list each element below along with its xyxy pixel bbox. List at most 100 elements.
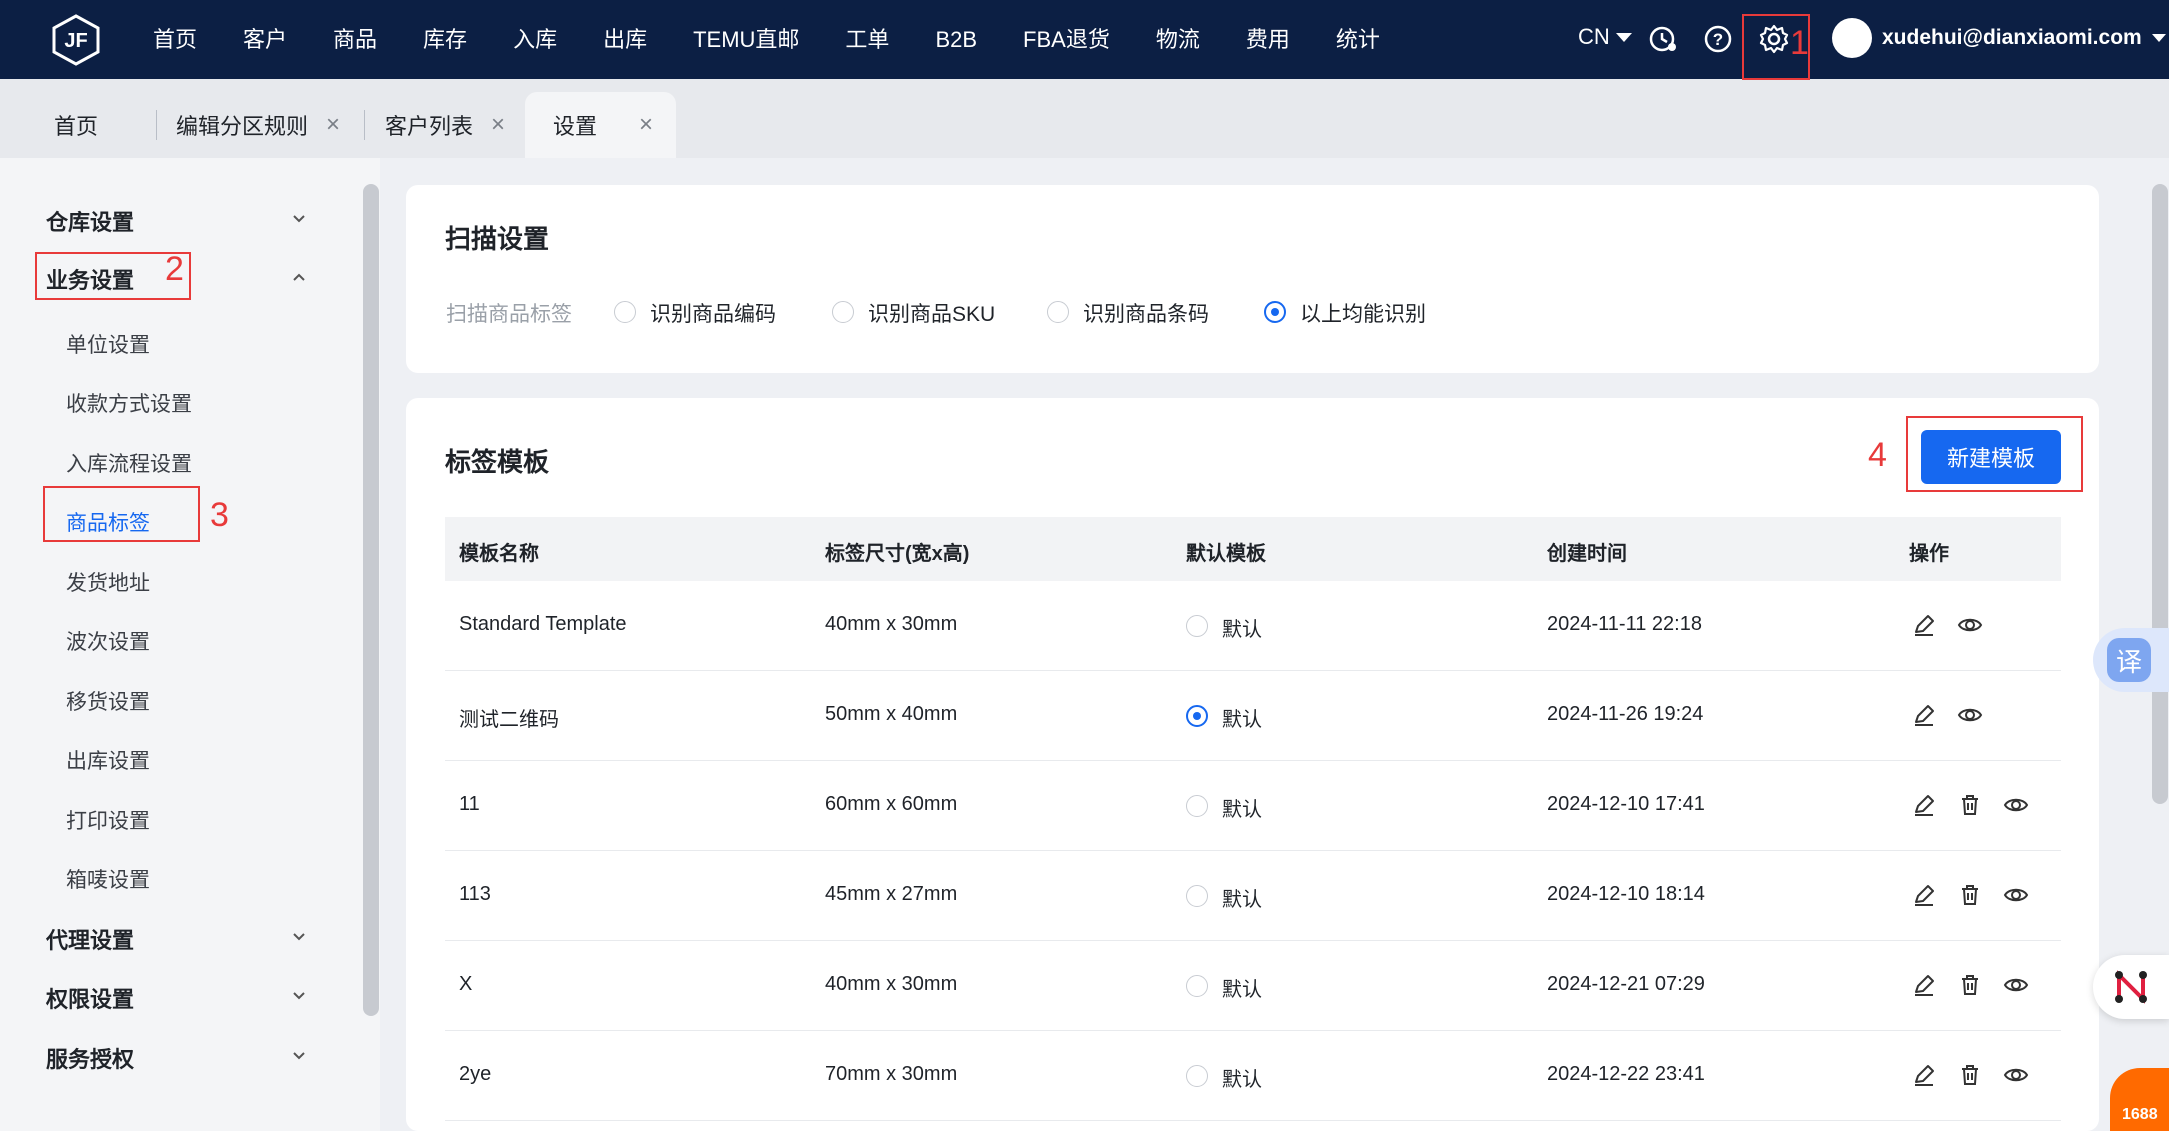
nav-item[interactable]: 首页 [130,0,220,79]
edit-icon[interactable] [1910,881,1938,909]
nav-item[interactable]: 库存 [400,0,490,79]
sidebar-item-shipping-marks[interactable]: 箱唛设置 [66,864,150,894]
default-label: 默认 [1222,619,1262,641]
sidebar-scrollbar[interactable] [363,184,379,1016]
translate-float-button[interactable]: 译 [2093,628,2169,692]
top-navbar: JF 首页 客户 商品 库存 入库 出库 TEMU直邮 工单 B2B FBA退货 物流 费用 统计 CN… [0,0,2169,79]
sidebar-group-warehouse[interactable]: 仓库设置 [46,205,134,237]
caret-down-icon [2151,34,2166,42]
help-icon[interactable]: ? [1701,22,1735,56]
tab-customer-list[interactable]: 客户列表 × [385,92,505,158]
delete-icon[interactable] [1956,881,1984,909]
radio-scan-barcode[interactable] [1047,301,1069,323]
nav-item[interactable]: 入库 [490,0,580,79]
chevron-down-icon[interactable] [292,1049,306,1063]
chevron-down-icon[interactable] [292,930,306,944]
nav-item[interactable]: 费用 [1223,0,1313,79]
sidebar-group-service-auth[interactable]: 服务授权 [46,1042,134,1074]
created-time: 2024-11-26 19:24 [1547,703,1704,725]
brand-label: 1688 [2122,1106,2158,1123]
nav-item[interactable]: 工单 [822,0,912,79]
default-label: 默认 [1222,889,1262,911]
brand-1688-badge[interactable]: 1688 [2110,1068,2169,1131]
sidebar-item-wave-settings[interactable]: 波次设置 [66,626,150,656]
template-name: Standard Template [459,613,627,635]
assistant-float-button[interactable] [2093,955,2169,1019]
caret-down-icon [1615,32,1632,42]
edit-icon[interactable] [1910,791,1938,819]
delete-icon[interactable] [1956,971,1984,999]
column-header: 标签尺寸(宽x高) [825,543,970,565]
nav-item[interactable]: B2B [912,0,1000,79]
nav-item[interactable]: 出库 [580,0,670,79]
edit-icon[interactable] [1910,971,1938,999]
view-icon[interactable] [2002,971,2030,999]
user-menu[interactable]: xudehui@dianxiaomi.com [1832,18,2166,58]
edit-icon[interactable] [1910,701,1938,729]
radio-label: 识别商品编码 [650,303,776,326]
app-logo-icon[interactable]: JF [50,14,102,66]
sidebar-item-print[interactable]: 打印设置 [66,805,150,835]
close-icon[interactable]: × [639,111,653,139]
template-size: 40mm x 30mm [825,973,958,995]
user-email: xudehui@dianxiaomi.com [1882,26,2142,49]
default-radio[interactable] [1186,705,1208,727]
annotation-number-3: 3 [210,496,229,534]
nav-item[interactable]: FBA退货 [1000,0,1133,79]
sidebar-item-inbound-flow[interactable]: 入库流程设置 [66,448,192,478]
main-scrollbar[interactable] [2152,184,2168,804]
column-header: 默认模板 [1186,543,1266,565]
column-header: 模板名称 [459,543,539,565]
tab-edit-zone-rules[interactable]: 编辑分区规则 × [176,92,340,158]
tab-bar: 首页 编辑分区规则 × 客户列表 × 设置 × [0,79,2169,158]
sidebar-item-payment-methods[interactable]: 收款方式设置 [66,388,192,418]
view-icon[interactable] [1956,611,1984,639]
chevron-up-icon[interactable] [292,270,306,284]
sidebar-item-units[interactable]: 单位设置 [66,329,150,359]
sidebar-group-permissions[interactable]: 权限设置 [46,982,134,1014]
view-icon[interactable] [2002,791,2030,819]
default-radio[interactable] [1186,1065,1208,1087]
nav-item[interactable]: 商品 [310,0,400,79]
delete-icon[interactable] [1956,1061,1984,1089]
view-icon[interactable] [1956,701,1984,729]
radio-scan-all[interactable] [1264,301,1286,323]
close-icon[interactable]: × [326,111,340,139]
sidebar-item-shipping-address[interactable]: 发货地址 [66,567,150,597]
radio-scan-code[interactable] [614,301,636,323]
nav-item[interactable]: 物流 [1133,0,1223,79]
default-radio[interactable] [1186,615,1208,637]
edit-icon[interactable] [1910,611,1938,639]
table-row: 11 60mm x 60mm 默认 2024-12-10 17:41 [445,761,2061,851]
nav-item[interactable]: 统计 [1313,0,1403,79]
default-radio[interactable] [1186,885,1208,907]
delete-icon[interactable] [1956,791,1984,819]
sidebar-item-move-stock[interactable]: 移货设置 [66,686,150,716]
radio-label: 以上均能识别 [1300,303,1426,326]
nav-item[interactable]: 客户 [220,0,310,79]
radio-label: 识别商品SKU [868,303,996,326]
chevron-down-icon[interactable] [292,989,306,1003]
tab-settings[interactable]: 设置 × [525,92,676,158]
created-time: 2024-11-11 22:18 [1547,613,1702,635]
tab-home[interactable]: 首页 [54,92,98,158]
edit-icon[interactable] [1910,1061,1938,1089]
view-icon[interactable] [2002,1061,2030,1089]
chevron-down-icon[interactable] [292,212,306,226]
scan-settings-card [406,185,2099,373]
translate-icon: 译 [2107,638,2151,682]
default-radio[interactable] [1186,795,1208,817]
template-size: 45mm x 27mm [825,883,958,905]
view-icon[interactable] [2002,881,2030,909]
close-icon[interactable]: × [491,111,505,139]
clock-icon[interactable] [1646,22,1680,56]
sidebar-item-outbound[interactable]: 出库设置 [66,745,150,775]
column-header: 创建时间 [1547,543,1627,565]
radio-scan-sku[interactable] [832,301,854,323]
language-selector[interactable]: CN [1578,24,1632,50]
sidebar-group-agent[interactable]: 代理设置 [46,923,134,955]
default-radio[interactable] [1186,975,1208,997]
created-time: 2024-12-21 07:29 [1547,973,1705,995]
template-size: 70mm x 30mm [825,1063,958,1085]
nav-item[interactable]: TEMU直邮 [670,0,822,79]
